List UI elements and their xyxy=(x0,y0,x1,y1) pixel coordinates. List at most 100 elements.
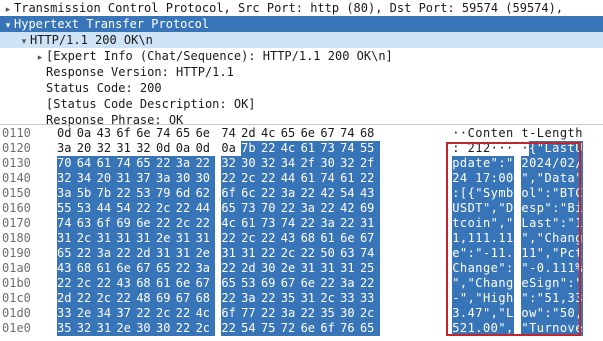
hex-bytes[interactable]: 70 64 61 74 65 22 3a 22 32 30 32 34 2f 30 32 2f xyxy=(57,156,380,171)
tree-row[interactable]: Status Code: 200 xyxy=(0,80,603,96)
hex-byte[interactable]: 30 xyxy=(241,156,261,171)
hex-byte[interactable]: 30 xyxy=(320,156,341,171)
hex-byte[interactable]: 30 xyxy=(195,171,216,186)
hex-ascii[interactable]: ··Conten t-Length xyxy=(452,126,583,141)
hex-byte[interactable]: 32 xyxy=(221,156,242,171)
hex-bytes[interactable]: 35 32 31 2e 30 30 22 2c 22 54 75 72 6e 6f 76 65 xyxy=(57,321,380,336)
hex-byte[interactable]: 33 xyxy=(340,291,360,306)
hex-byte[interactable]: 68 xyxy=(195,291,216,306)
hex-byte[interactable]: 3a xyxy=(280,306,301,321)
hex-byte[interactable]: 35 xyxy=(280,291,301,306)
hex-byte[interactable]: 22 xyxy=(300,246,321,261)
hex-byte[interactable]: 2e xyxy=(280,261,301,276)
hex-byte[interactable]: 31 xyxy=(241,246,261,261)
hex-byte[interactable]: 50 xyxy=(320,246,341,261)
hex-byte[interactable]: 65 xyxy=(221,276,242,291)
hex-byte[interactable]: 2c xyxy=(155,306,176,321)
hex-byte[interactable]: 67 xyxy=(280,276,301,291)
hex-byte[interactable]: 6f xyxy=(221,306,242,321)
hex-byte[interactable]: 53 xyxy=(241,276,261,291)
hex-ascii[interactable]: Change": "-0.111% xyxy=(452,261,583,276)
hex-byte[interactable]: 74 xyxy=(221,126,241,141)
hex-byte[interactable]: 31 xyxy=(136,231,156,246)
hex-byte[interactable]: 6d xyxy=(175,186,196,201)
hex-byte[interactable]: 63 xyxy=(76,216,97,231)
hex-byte[interactable]: 65 xyxy=(57,246,77,261)
hex-byte[interactable]: 61 xyxy=(96,261,117,276)
hex-byte[interactable]: 2d xyxy=(57,291,77,306)
hex-byte[interactable]: 68 xyxy=(300,231,321,246)
hex-byte[interactable]: 72 xyxy=(280,321,301,336)
hex-byte[interactable]: 69 xyxy=(116,216,137,231)
hex-byte[interactable]: 4c xyxy=(261,126,281,141)
tree-row[interactable]: [Status Code Description: OK] xyxy=(0,96,603,112)
hex-byte[interactable]: 53 xyxy=(76,201,97,216)
hex-byte[interactable]: 31 xyxy=(116,231,137,246)
hex-bytes[interactable]: 0d 0a 43 6f 6e 74 65 6e 74 2d 4c 65 6e 67 74 68 xyxy=(57,126,380,141)
hex-byte[interactable]: 74 xyxy=(156,126,176,141)
hex-byte[interactable]: 22 xyxy=(116,291,137,306)
hex-byte[interactable]: 69 xyxy=(155,291,176,306)
hex-byte[interactable]: 62 xyxy=(195,186,216,201)
hex-byte[interactable]: 32 xyxy=(57,171,77,186)
hex-byte[interactable]: 42 xyxy=(320,186,341,201)
hex-byte[interactable]: 22 xyxy=(300,306,321,321)
hex-bytes[interactable]: 43 68 61 6e 67 65 22 3a 22 2d 30 2e 31 31 31 25 xyxy=(57,261,380,276)
hex-byte[interactable]: 2e xyxy=(76,306,97,321)
hex-byte[interactable]: 2c xyxy=(76,276,97,291)
hex-byte[interactable]: 3a xyxy=(57,141,77,156)
hex-byte[interactable]: 79 xyxy=(155,186,176,201)
hex-byte[interactable]: 44 xyxy=(96,201,117,216)
hex-byte[interactable]: 3a xyxy=(300,201,321,216)
hex-bytes[interactable]: 2d 22 2c 22 48 69 67 68 22 3a 22 35 31 2c 33 33 xyxy=(57,291,380,306)
hex-byte[interactable]: 68 xyxy=(360,126,380,141)
tree-row[interactable]: ▸ [Expert Info (Chat/Sequence): HTTP/1.1 … xyxy=(0,48,603,64)
hex-byte[interactable]: 2d xyxy=(241,126,261,141)
hex-byte[interactable]: 0d xyxy=(196,141,216,156)
hex-byte[interactable]: 32 xyxy=(136,141,156,156)
hex-byte[interactable]: 2c xyxy=(359,306,380,321)
hex-byte[interactable]: 61 xyxy=(241,216,261,231)
hex-byte[interactable]: 31 xyxy=(155,246,176,261)
hex-byte[interactable]: 22 xyxy=(136,306,156,321)
tree-row[interactable]: ▸ Transmission Control Protocol, Src Port… xyxy=(0,0,603,16)
hex-byte[interactable]: 67 xyxy=(175,291,196,306)
hex-byte[interactable]: 32 xyxy=(340,156,360,171)
hex-ascii[interactable]: 3.47","L ow":"50, xyxy=(452,306,583,321)
hex-byte[interactable]: 65 xyxy=(221,201,242,216)
hex-byte[interactable]: 74 xyxy=(116,156,137,171)
hex-byte[interactable]: 20 xyxy=(77,141,97,156)
hex-byte[interactable]: 54 xyxy=(241,321,261,336)
hex-byte[interactable]: 22 xyxy=(175,306,196,321)
hex-byte[interactable]: 37 xyxy=(136,171,156,186)
hex-byte[interactable]: 4c xyxy=(195,306,216,321)
hex-byte[interactable]: 20 xyxy=(96,171,117,186)
hex-byte[interactable]: 6f xyxy=(221,186,242,201)
hex-byte[interactable]: 22 xyxy=(57,276,77,291)
hex-byte[interactable]: 6e xyxy=(300,321,321,336)
hex-byte[interactable]: 0d xyxy=(57,126,77,141)
hex-byte[interactable]: 74 xyxy=(320,171,341,186)
hex-byte[interactable]: 65 xyxy=(136,156,156,171)
hex-byte[interactable]: 6e xyxy=(136,216,156,231)
hex-byte[interactable]: 25 xyxy=(359,261,380,276)
hex-byte[interactable]: 22 xyxy=(76,291,97,306)
hex-byte[interactable]: 70 xyxy=(57,156,77,171)
hex-ascii[interactable]: pdate":" 2024/02/ xyxy=(452,156,583,171)
hex-byte[interactable]: 5b xyxy=(76,186,97,201)
hex-byte[interactable]: 22 xyxy=(260,141,281,156)
hex-byte[interactable]: 30 xyxy=(175,171,196,186)
hex-byte[interactable]: 76 xyxy=(340,321,360,336)
hex-byte[interactable]: 31 xyxy=(116,141,136,156)
hex-byte[interactable]: 31 xyxy=(96,231,117,246)
hex-bytes[interactable]: 31 2c 31 31 31 2e 31 31 22 2c 22 43 68 61 6e 67 xyxy=(57,231,380,246)
hex-byte[interactable]: 43 xyxy=(359,186,380,201)
hex-byte[interactable]: 6f xyxy=(320,321,341,336)
hex-byte[interactable]: 6e xyxy=(340,231,360,246)
tree-row[interactable]: ▾ HTTP/1.1 200 OK\n xyxy=(0,32,603,48)
hex-byte[interactable]: 31 xyxy=(175,246,196,261)
hex-byte[interactable]: 22 xyxy=(175,201,196,216)
hex-byte[interactable]: 43 xyxy=(97,126,117,141)
tree-row[interactable]: Response Version: HTTP/1.1 xyxy=(0,64,603,80)
hex-byte[interactable]: 32 xyxy=(260,156,281,171)
